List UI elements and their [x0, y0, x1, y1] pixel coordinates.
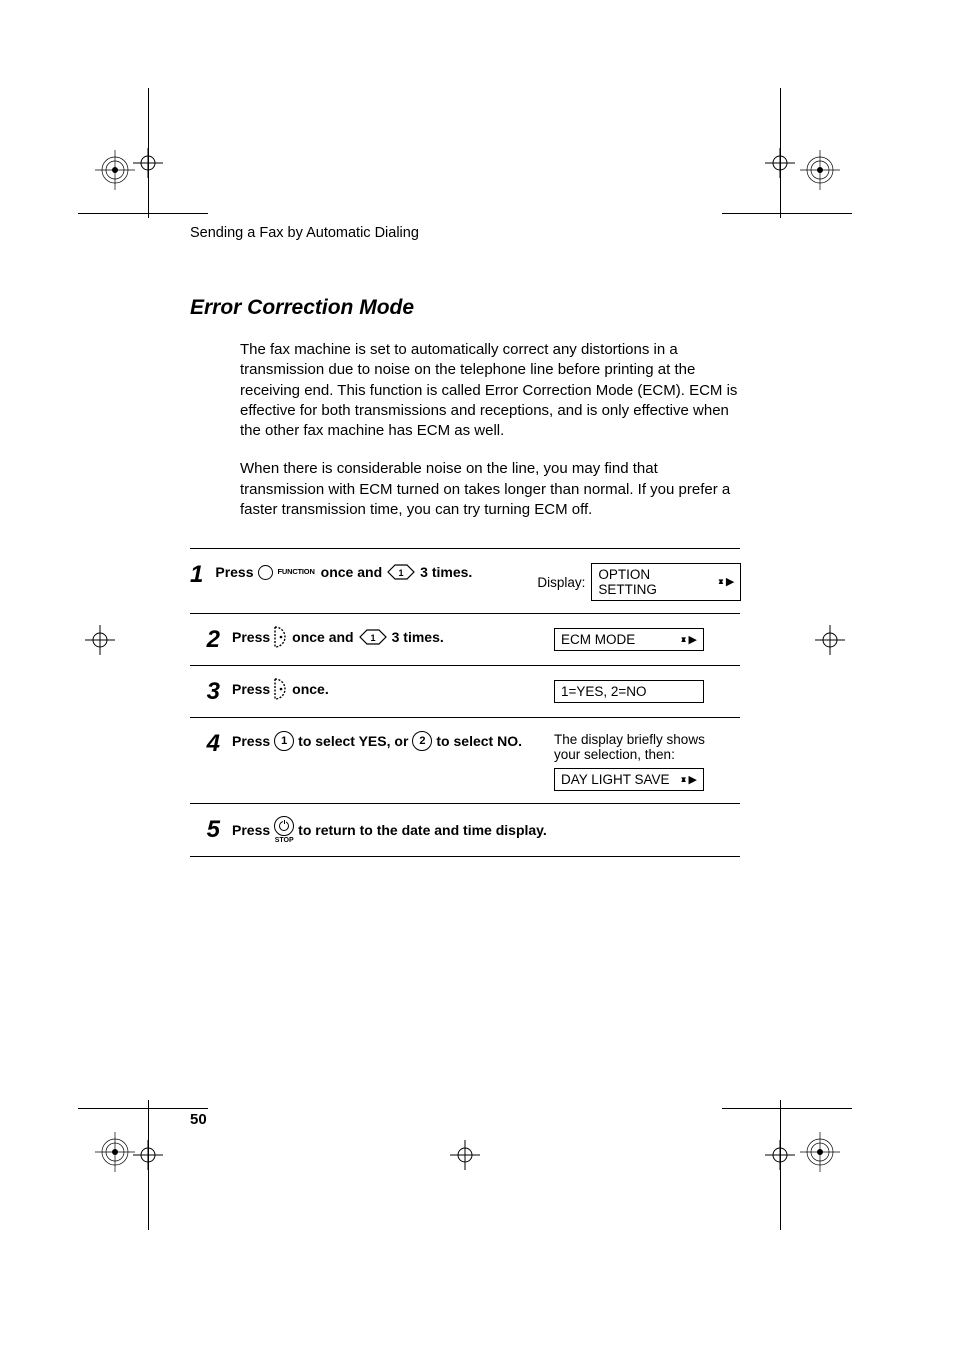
step-instruction: Press 1 to select YES, or 2 to select NO…	[232, 730, 542, 752]
registration-mark-icon	[800, 1132, 840, 1172]
intro-paragraph-1: The fax machine is set to automatically …	[240, 340, 740, 441]
step-instruction: Press once and 1 3 times.	[232, 626, 542, 648]
step-instruction: Press FUNCTION once and 1 3 times.	[215, 561, 525, 583]
page-number: 50	[190, 1111, 207, 1128]
display-text: 1=YES, 2=NO	[561, 684, 647, 699]
crop-line	[722, 213, 852, 214]
text: once and	[321, 561, 382, 583]
registration-mark-icon	[95, 150, 135, 190]
lcd-display-box: ECM MODE ▶	[554, 628, 704, 651]
svg-text:1: 1	[399, 568, 404, 578]
lcd-display-box: 1=YES, 2=NO	[554, 680, 704, 703]
lcd-display-box: OPTION SETTING ▶	[591, 563, 741, 601]
step-row: 3 Press once. 1=YES, 2=NO	[190, 665, 740, 717]
step-row: 2 Press once and 1 3 times. ECM MODE ▶	[190, 613, 740, 665]
step-instruction: Press once.	[232, 678, 542, 700]
crop-line	[148, 1100, 149, 1230]
step-aux: 1=YES, 2=NO	[554, 678, 740, 703]
running-header: Sending a Fax by Automatic Dialing	[190, 225, 740, 241]
function-label: FUNCTION	[278, 566, 315, 578]
svg-text:1: 1	[370, 633, 375, 643]
page-content: Sending a Fax by Automatic Dialing Error…	[190, 225, 740, 857]
crosshair-icon	[85, 625, 115, 655]
steps-list: 1 Press FUNCTION once and 1 3 times. Dis…	[190, 548, 740, 857]
crop-line	[148, 88, 149, 218]
diamond-key-icon: 1	[386, 563, 416, 581]
press-label: Press	[215, 561, 253, 583]
text: 3 times.	[392, 626, 444, 648]
display-text: DAY LIGHT SAVE	[561, 772, 670, 787]
crosshair-icon	[815, 625, 845, 655]
step-number: 2	[190, 626, 220, 652]
stop-label: STOP	[275, 837, 294, 844]
step-number: 4	[190, 730, 220, 756]
step-instruction: Press STOP to return to the date and tim…	[232, 816, 740, 844]
manual-page: Sending a Fax by Automatic Dialing Error…	[0, 0, 954, 1351]
registration-mark-icon	[800, 150, 840, 190]
right-nav-key-icon	[274, 626, 288, 648]
display-text: ECM MODE	[561, 632, 635, 647]
text: 3 times.	[420, 561, 472, 583]
diamond-key-icon: 1	[358, 628, 388, 646]
press-label: Press	[232, 626, 270, 648]
text: once and	[292, 626, 353, 648]
lcd-display-box: DAY LIGHT SAVE ▶	[554, 768, 704, 791]
step-number: 1	[190, 561, 203, 587]
text: once.	[292, 678, 329, 700]
step-aux: Display: OPTION SETTING ▶	[537, 561, 741, 601]
step-aux: ECM MODE ▶	[554, 626, 740, 651]
keypad-1-icon: 1	[274, 731, 294, 751]
crosshair-icon	[450, 1140, 480, 1170]
text: to select YES, or	[298, 730, 408, 752]
step-row: 5 Press STOP to return to the date and t…	[190, 803, 740, 857]
press-label: Press	[232, 819, 270, 841]
crop-line	[78, 1108, 208, 1109]
display-text: OPTION SETTING	[598, 567, 711, 597]
keypad-2-icon: 2	[412, 731, 432, 751]
press-label: Press	[232, 730, 270, 752]
display-prefix: Display:	[537, 575, 585, 590]
right-nav-key-icon	[274, 678, 288, 700]
step-aux: The display briefly shows your selection…	[554, 730, 740, 791]
stop-button-icon: STOP	[274, 816, 294, 844]
step-row: 4 Press 1 to select YES, or 2 to select …	[190, 717, 740, 803]
intro-paragraph-2: When there is considerable noise on the …	[240, 459, 740, 520]
step-number: 3	[190, 678, 220, 704]
step-row: 1 Press FUNCTION once and 1 3 times. Dis…	[190, 548, 740, 613]
press-label: Press	[232, 678, 270, 700]
text: to select NO.	[436, 730, 522, 752]
text: to return to the date and time display.	[298, 819, 547, 841]
function-button-icon	[258, 565, 273, 580]
section-title: Error Correction Mode	[190, 296, 740, 320]
aux-text: The display briefly shows your selection…	[554, 732, 734, 762]
crop-line	[780, 1100, 781, 1230]
crop-line	[78, 213, 208, 214]
crop-line	[722, 1108, 852, 1109]
registration-mark-icon	[95, 1132, 135, 1172]
step-number: 5	[190, 816, 220, 842]
crop-line	[780, 88, 781, 218]
